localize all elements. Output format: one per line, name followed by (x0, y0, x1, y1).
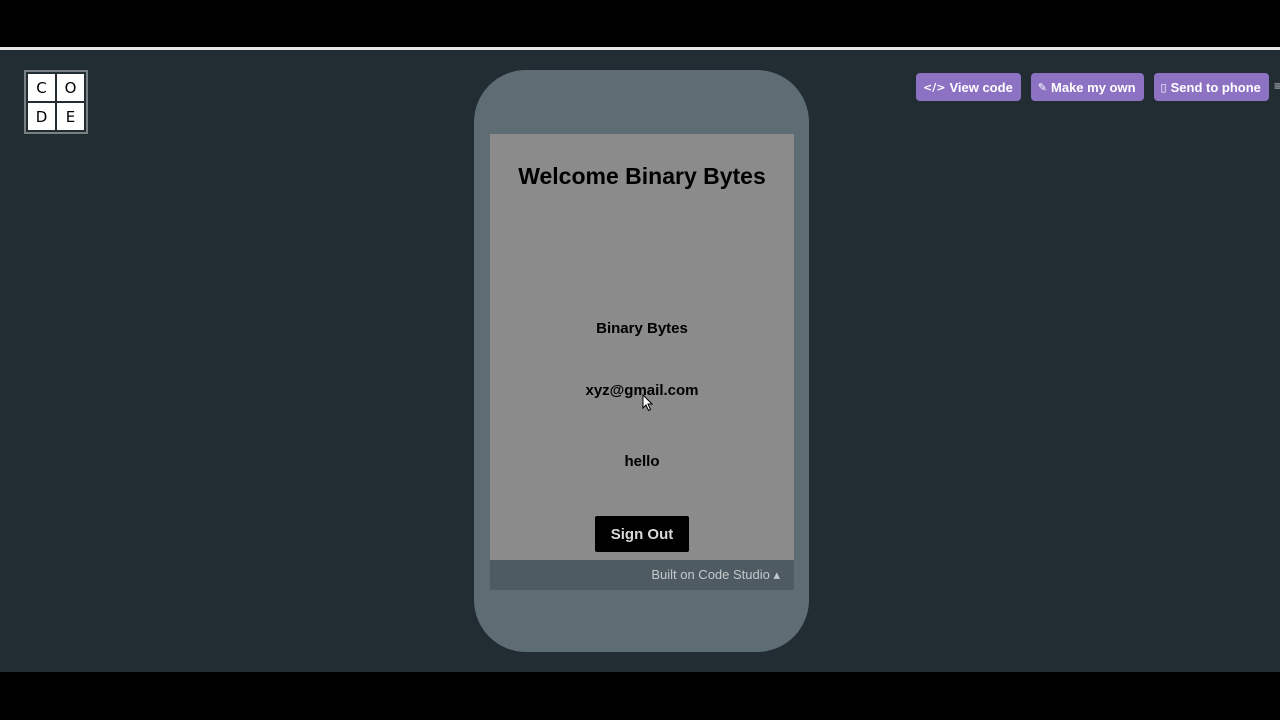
logo-letter-e: E (57, 103, 84, 130)
make-my-own-label: Make my own (1051, 79, 1136, 95)
share-actions: </> View code ✎ Make my own ▯ Send to ph… (916, 73, 1269, 101)
menu-icon[interactable]: ≡ (1274, 79, 1280, 93)
edit-icon: ✎ (1037, 80, 1048, 94)
welcome-title: Welcome Binary Bytes (518, 163, 766, 189)
app-screen[interactable]: Welcome Binary Bytes Binary Bytes xyz@gm… (490, 134, 794, 560)
view-code-button[interactable]: </> View code (916, 73, 1021, 101)
logo-letter-c: C (28, 74, 55, 101)
message-label: hello (624, 453, 660, 470)
mouse-cursor-icon (642, 394, 654, 412)
video-letterbox-bottom (0, 672, 1280, 720)
make-my-own-button[interactable]: ✎ Make my own (1030, 73, 1144, 101)
view-code-label: View code (949, 79, 1013, 95)
send-to-phone-button[interactable]: ▯ Send to phone (1153, 73, 1269, 101)
studio-footer: Built on Code Studio ▴ (490, 560, 794, 590)
send-to-phone-label: Send to phone (1170, 79, 1261, 95)
logo-letter-o: O (57, 74, 84, 101)
phone-icon: ▯ (1160, 80, 1167, 94)
sign-out-button[interactable]: Sign Out (595, 516, 689, 552)
video-letterbox-top (0, 0, 1280, 48)
logo-letter-d: D (28, 103, 55, 130)
share-page: C O D E </> View code ✎ Make my own ▯ Se… (0, 50, 1280, 672)
built-on-code-studio-link[interactable]: Built on Code Studio ▴ (651, 560, 780, 590)
phone-frame: Welcome Binary Bytes Binary Bytes xyz@gm… (474, 70, 809, 652)
code-org-logo[interactable]: C O D E (24, 70, 88, 134)
name-label: Binary Bytes (596, 320, 688, 337)
code-icon: </> (923, 80, 946, 94)
